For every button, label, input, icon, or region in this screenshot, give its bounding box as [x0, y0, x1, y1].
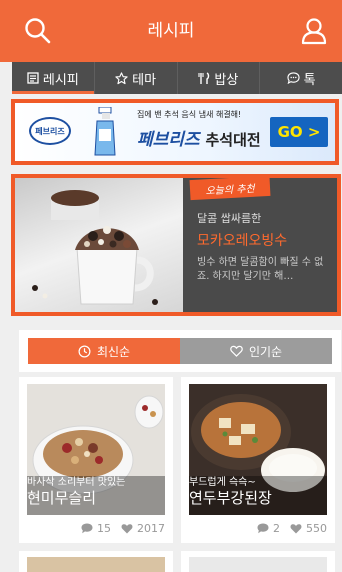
recipe-card-partial[interactable] — [181, 551, 335, 572]
clock-icon — [78, 345, 91, 357]
featured-description: 빙수 하면 달콤함이 빠질 수 없죠. 하지만 달기만 해… — [197, 257, 324, 282]
recipe-card[interactable]: 바사삭 소리부터 맛있는 현미무슬리 15 2017 — [19, 377, 173, 543]
tab-label: 밥상 — [214, 72, 239, 88]
sort-popular-button[interactable]: 인기순 — [180, 338, 332, 364]
card-title: 연두부강된장 — [189, 489, 272, 507]
ad-banner[interactable]: 페브리즈 집에 밴 추석 음식 냄새 해결해! 페브리즈 추석대전 GO > — [11, 99, 339, 165]
today-badge: 오늘의 추천 — [189, 175, 271, 201]
card-title: 현미무슬리 — [27, 489, 97, 507]
app-root: 레시피 레시피 테마 밥상 톡 페브리즈 집에 밴 추석 음식 냄새 해결해! … — [0, 0, 342, 572]
sort-latest-button[interactable]: 최신순 — [28, 338, 180, 364]
heart-icon — [230, 345, 243, 357]
comment-count: 2 — [273, 522, 280, 535]
user-icon[interactable] — [300, 17, 328, 45]
tab-recipe[interactable]: 레시피 — [12, 62, 95, 94]
card-stats: 2 550 — [257, 522, 327, 535]
brand-logo: 페브리즈 — [29, 117, 71, 145]
like-count: 2017 — [137, 522, 165, 535]
recipe-card-image — [27, 557, 165, 572]
tab-talk[interactable]: 톡 — [260, 62, 342, 94]
ad-brand: 페브리즈 — [137, 130, 200, 150]
tab-table[interactable]: 밥상 — [178, 62, 261, 94]
ad-go-button[interactable]: GO > — [270, 117, 328, 147]
featured-recipe-image — [15, 178, 183, 312]
recipe-card-image — [189, 557, 327, 572]
ad-background: 페브리즈 집에 밴 추석 음식 냄새 해결해! 페브리즈 추석대전 GO > — [15, 103, 335, 161]
featured-subtitle: 달콤 쌉싸름한 — [197, 212, 262, 225]
page-title: 레시피 — [147, 21, 195, 41]
comment-count: 15 — [97, 522, 111, 535]
recipe-card[interactable]: 부드럽게 슥슥~ 연두부강된장 2 550 — [181, 377, 335, 543]
recipe-card-partial[interactable] — [19, 551, 173, 572]
featured-title: 모카오레오빙수 — [197, 233, 288, 249]
tab-label: 톡 — [303, 72, 316, 88]
heart-icon — [121, 524, 133, 534]
ad-top-text: 집에 밴 추석 음식 냄새 해결해! — [137, 110, 242, 119]
book-icon — [27, 72, 39, 84]
sort-latest-label: 최신순 — [96, 344, 131, 359]
tab-bar: 레시피 테마 밥상 톡 — [12, 62, 342, 94]
bingsu-photo — [32, 190, 158, 305]
tab-label: 레시피 — [42, 72, 79, 88]
comment-icon — [81, 523, 93, 534]
app-header: 레시피 — [0, 0, 342, 62]
star-icon — [115, 71, 128, 84]
utensils-icon — [198, 71, 210, 84]
ad-sub: 추석대전 — [205, 131, 261, 149]
sort-popular-label: 인기순 — [248, 344, 283, 359]
heart-icon — [290, 524, 302, 534]
tab-label: 테마 — [132, 72, 157, 88]
card-stats: 15 2017 — [81, 522, 165, 535]
sort-toggle: 최신순 인기순 — [28, 338, 332, 364]
card-subtitle: 부드럽게 슥슥~ — [189, 477, 256, 488]
ad-headline: 페브리즈 추석대전 — [137, 125, 261, 150]
card-subtitle: 바사삭 소리부터 맛있는 — [27, 477, 126, 488]
chat-icon — [287, 72, 300, 84]
spray-bottle-icon — [94, 107, 116, 156]
comment-icon — [257, 523, 269, 534]
sort-container: 최신순 인기순 — [19, 330, 341, 372]
featured-recipe[interactable]: 달콤 쌉싸름한 모카오레오빙수 빙수 하면 달콤함이 빠질 수 없죠. 하지만 … — [11, 174, 341, 316]
tab-theme[interactable]: 테마 — [95, 62, 178, 94]
like-count: 550 — [306, 522, 327, 535]
